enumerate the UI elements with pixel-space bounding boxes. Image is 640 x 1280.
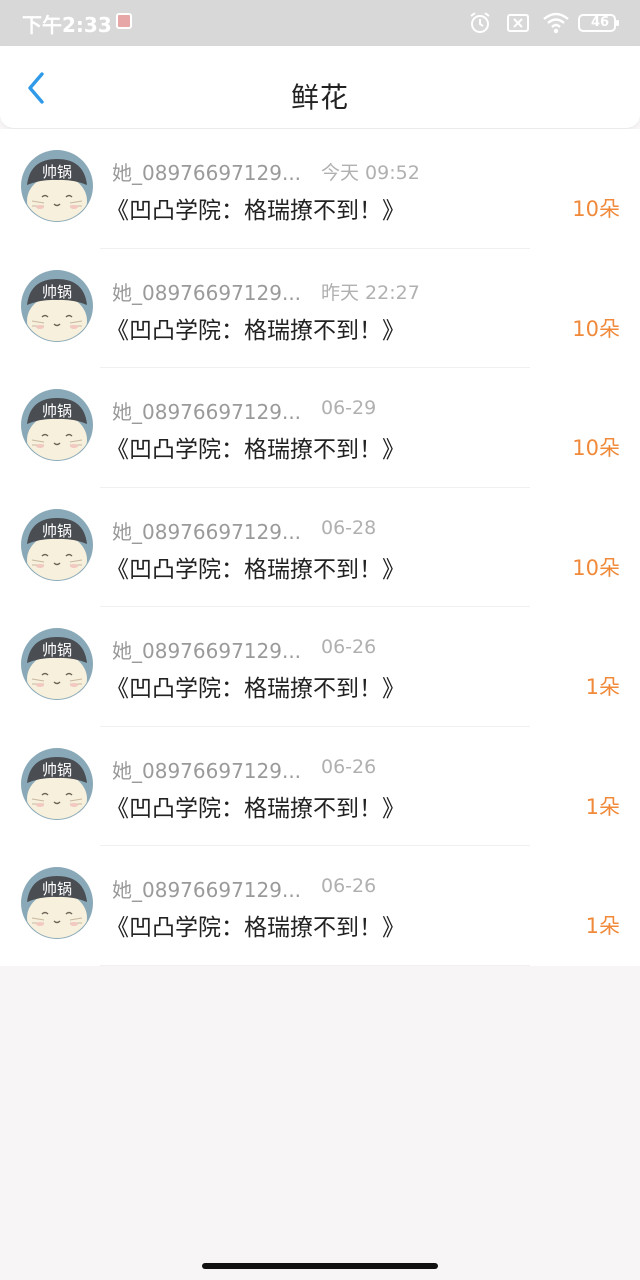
app-notification-icon [116,13,132,29]
status-bar: 下午2:33 46 [0,0,640,46]
book-title: 《凹凸学院：格瑞撩不到！》 [106,795,405,822]
avatar-text: 帅锅 [42,522,72,540]
flower-list: 帅锅 她_08976697129... 今天 09:52 《凹凸学院：格瑞撩不到… [0,129,640,966]
sender-name: 她_08976697129... [112,639,302,663]
avatar-text: 帅锅 [42,283,72,301]
avatar-text: 帅锅 [42,641,72,659]
flower-count: 1朵 [585,675,620,699]
sender-name: 她_08976697129... [112,280,302,305]
timestamp: 06-26 [321,875,377,897]
timestamp: 06-26 [321,755,377,778]
timestamp: 06-29 [321,397,377,419]
avatar[interactable]: 帅锅 [20,508,94,582]
list-item[interactable]: 帅锅 她_08976697129... 06-26 《凹凸学院：格瑞撩不到！》 … [0,846,640,966]
list-item[interactable]: 帅锅 她_08976697129... 06-26 《凹凸学院：格瑞撩不到！》 … [0,727,640,846]
battery-level: 46 [590,15,610,30]
flower-count: 10朵 [572,436,620,460]
avatar[interactable]: 帅锅 [20,866,94,940]
header: 鲜花 [0,46,640,129]
avatar-text: 帅锅 [42,761,72,779]
avatar[interactable]: 帅锅 [20,269,94,343]
flower-count: 10朵 [572,316,620,341]
book-title: 《凹凸学院：格瑞撩不到！》 [106,676,405,702]
sender-name: 她_08976697129... [112,878,302,902]
sender-name: 她_08976697129... [112,400,302,424]
sender-name: 她_08976697129... [112,758,302,783]
sender-name: 她_08976697129... [112,161,302,185]
avatar[interactable]: 帅锅 [20,627,94,701]
timestamp: 今天 09:52 [321,162,420,184]
book-title: 《凹凸学院：格瑞撩不到！》 [106,198,405,224]
avatar[interactable]: 帅锅 [20,747,94,821]
timestamp: 昨天 22:27 [321,281,420,304]
divider [100,964,530,966]
list-item[interactable]: 帅锅 她_08976697129... 06-26 《凹凸学院：格瑞撩不到！》 … [0,607,640,727]
avatar-text: 帅锅 [42,880,72,898]
status-time: 下午2:33 [22,13,112,37]
book-title: 《凹凸学院：格瑞撩不到！》 [106,317,405,344]
book-title: 《凹凸学院：格瑞撩不到！》 [106,915,405,941]
avatar[interactable]: 帅锅 [20,388,94,462]
flower-count: 10朵 [572,555,620,580]
flower-count: 10朵 [572,197,620,221]
flower-count: 1朵 [585,914,620,938]
sender-name: 她_08976697129... [112,519,302,544]
page-title: 鲜花 [290,81,349,114]
book-title: 《凹凸学院：格瑞撩不到！》 [106,437,405,463]
timestamp: 06-28 [321,516,377,539]
avatar[interactable]: 帅锅 [20,149,94,223]
avatar-text: 帅锅 [42,402,72,420]
list-item[interactable]: 帅锅 她_08976697129... 06-29 《凹凸学院：格瑞撩不到！》 … [0,368,640,488]
avatar-text: 帅锅 [42,163,72,181]
alarm-icon [470,12,490,33]
list-item[interactable]: 帅锅 她_08976697129... 06-28 《凹凸学院：格瑞撩不到！》 … [0,488,640,607]
book-title: 《凹凸学院：格瑞撩不到！》 [106,556,405,583]
list-item[interactable]: 帅锅 她_08976697129... 今天 09:52 《凹凸学院：格瑞撩不到… [0,129,640,249]
timestamp: 06-26 [321,636,377,658]
list-item[interactable]: 帅锅 她_08976697129... 昨天 22:27 《凹凸学院：格瑞撩不到… [0,249,640,368]
flower-count: 1朵 [585,794,620,819]
wifi-icon [543,12,569,34]
home-indicator[interactable] [202,1263,438,1269]
sim-card-icon [507,14,529,32]
